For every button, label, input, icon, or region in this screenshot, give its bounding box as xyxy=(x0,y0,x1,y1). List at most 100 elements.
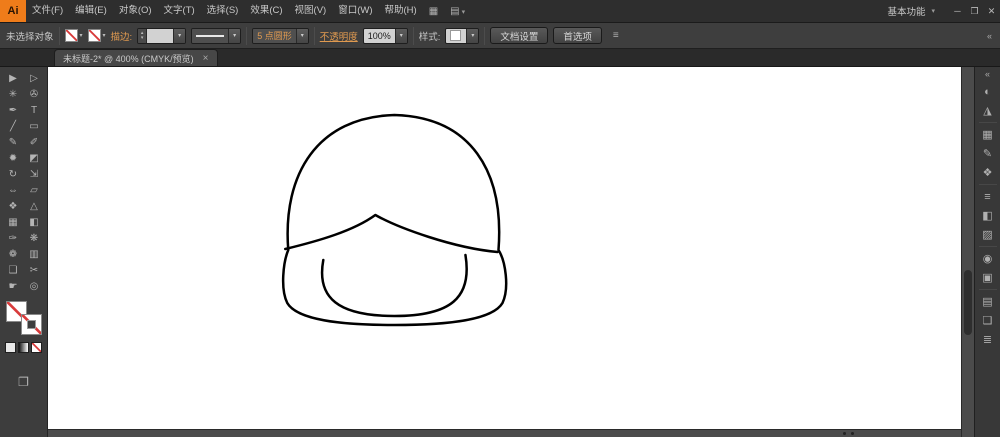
minimize-button[interactable]: ─ xyxy=(949,0,966,22)
rotate-tool[interactable]: ↻ xyxy=(3,166,24,182)
appearance-panel-icon[interactable]: ◉ xyxy=(975,249,1000,268)
transparency-panel-icon[interactable]: ▨ xyxy=(975,225,1000,244)
restore-button[interactable]: ❐ xyxy=(966,0,983,22)
brush-definition-combo[interactable]: 5 点圆形 ▾ xyxy=(252,28,309,44)
column-graph-tool[interactable]: ▥ xyxy=(24,246,45,262)
vertical-scrollbar[interactable] xyxy=(961,67,974,437)
chevron-down-icon[interactable]: ▾ xyxy=(228,29,240,43)
horizontal-scrollbar[interactable] xyxy=(48,429,961,437)
menu-window[interactable]: 窗口(W) xyxy=(332,0,378,22)
control-panel-menu-icon[interactable]: ≡ xyxy=(607,30,625,41)
chevron-down-icon[interactable]: ▾ xyxy=(173,29,185,43)
spinner-down-icon[interactable]: ▾ xyxy=(141,36,144,41)
stroke-weight-field[interactable] xyxy=(147,29,173,43)
menu-view[interactable]: 视图(V) xyxy=(289,0,333,22)
menu-object[interactable]: 对象(O) xyxy=(113,0,158,22)
magic-wand-tool[interactable]: ✳ xyxy=(3,86,24,102)
chevron-down-icon[interactable]: ▾ xyxy=(296,29,308,43)
document-tab[interactable]: 未标题-2* @ 400% (CMYK/预览) × xyxy=(54,49,218,66)
chevron-down-icon[interactable]: ▾ xyxy=(466,29,478,43)
collapse-control-bar-icon[interactable]: « xyxy=(987,31,994,41)
screen-mode-button[interactable]: ❐ xyxy=(18,375,29,389)
tab-close-icon[interactable]: × xyxy=(203,53,209,64)
width-profile-combo[interactable]: ▾ xyxy=(191,28,241,44)
color-guide-panel-icon[interactable]: ◮ xyxy=(975,101,1000,120)
artboard-canvas[interactable] xyxy=(48,67,961,429)
type-tool[interactable]: T xyxy=(24,102,45,118)
slice-tool[interactable]: ✂ xyxy=(24,262,45,278)
workspace-switcher[interactable]: 基本功能▾ xyxy=(887,4,935,18)
stroke-color-picker[interactable]: ▾ xyxy=(88,29,106,42)
artboards-panel-icon[interactable]: ❑ xyxy=(975,311,1000,330)
chevron-down-icon[interactable]: ▾ xyxy=(395,29,407,43)
hair-curve-path[interactable] xyxy=(285,215,497,252)
vertical-scrollbar-thumb[interactable] xyxy=(964,270,972,335)
direct-selection-tool[interactable]: ▷ xyxy=(24,70,45,86)
symbol-sprayer-tool[interactable]: ❁ xyxy=(3,246,24,262)
document-layout-icon[interactable]: ▤▾ xyxy=(444,6,471,17)
mesh-tool[interactable]: ▦ xyxy=(3,214,24,230)
scale-tool[interactable]: ⇲ xyxy=(24,166,45,182)
stroke-weight-label[interactable]: 描边: xyxy=(111,29,133,43)
menu-file[interactable]: 文件(F) xyxy=(26,0,69,22)
align-panel-icon[interactable]: ≣ xyxy=(975,330,1000,349)
menu-edit[interactable]: 编辑(E) xyxy=(69,0,113,22)
rectangle-tool[interactable]: ▭ xyxy=(24,118,45,134)
chevron-down-icon: ▾ xyxy=(103,32,106,39)
preferences-button[interactable]: 首选项 xyxy=(553,27,602,44)
stroke-color-swatch[interactable] xyxy=(21,314,42,335)
hand-tool[interactable]: ☛ xyxy=(3,278,24,294)
expand-panels-icon[interactable]: « xyxy=(985,69,990,82)
stroke-swatch[interactable] xyxy=(88,29,101,42)
opacity-value[interactable]: 100% xyxy=(364,29,395,43)
face-arc-path[interactable] xyxy=(322,255,467,316)
menu-help[interactable]: 帮助(H) xyxy=(379,0,423,22)
color-panel-icon[interactable]: ◐ xyxy=(975,82,1000,101)
symbols-panel-icon[interactable]: ❖ xyxy=(975,163,1000,182)
fill-stroke-indicator[interactable] xyxy=(6,301,42,335)
helmet-outline-path[interactable] xyxy=(283,115,506,325)
eyedropper-tool[interactable]: ✑ xyxy=(3,230,24,246)
free-transform-tool[interactable]: ▱ xyxy=(24,182,45,198)
none-button[interactable] xyxy=(31,342,42,353)
menu-effect[interactable]: 效果(C) xyxy=(244,0,288,22)
perspective-grid-tool[interactable]: △ xyxy=(24,198,45,214)
gradient-panel-icon[interactable]: ◧ xyxy=(975,206,1000,225)
eraser-tool[interactable]: ◩ xyxy=(24,150,45,166)
gradient-tool[interactable]: ◧ xyxy=(24,214,45,230)
menu-type[interactable]: 文字(T) xyxy=(158,0,201,22)
style-combo[interactable]: ▾ xyxy=(445,28,479,44)
document-setup-button[interactable]: 文档设置 xyxy=(490,27,548,44)
paintbrush-tool[interactable]: ✎ xyxy=(3,134,24,150)
fill-swatch[interactable] xyxy=(65,29,78,42)
graphic-styles-panel-icon[interactable]: ▣ xyxy=(975,268,1000,287)
spinner-icon[interactable]: ▴▾ xyxy=(138,29,147,43)
opacity-combo[interactable]: 100% ▾ xyxy=(363,28,408,44)
width-tool[interactable]: ⇔ xyxy=(3,182,24,198)
menu-select[interactable]: 选择(S) xyxy=(201,0,245,22)
close-button[interactable]: ✕ xyxy=(983,0,1000,22)
shape-builder-tool[interactable]: ❖ xyxy=(3,198,24,214)
layers-panel-icon[interactable]: ▤ xyxy=(975,292,1000,311)
pencil-tool[interactable]: ✐ xyxy=(24,134,45,150)
blend-tool[interactable]: ❋ xyxy=(24,230,45,246)
pen-tool[interactable]: ✒ xyxy=(3,102,24,118)
brushes-panel-icon[interactable]: ✎ xyxy=(975,144,1000,163)
gradient-button[interactable] xyxy=(18,342,29,353)
lasso-tool[interactable]: ✇ xyxy=(24,86,45,102)
stroke-panel-icon[interactable]: ≡ xyxy=(975,187,1000,206)
swatches-panel-icon[interactable]: ▦ xyxy=(975,125,1000,144)
style-swatch-field[interactable] xyxy=(446,29,466,43)
stroke-weight-combo[interactable]: ▴▾ ▾ xyxy=(137,28,186,44)
zoom-tool[interactable]: ◎ xyxy=(24,278,45,294)
artboard-tool[interactable]: ❑ xyxy=(3,262,24,278)
opacity-label[interactable]: 不透明度 xyxy=(320,29,358,43)
divider xyxy=(979,184,997,185)
color-button[interactable] xyxy=(5,342,16,353)
selection-tool[interactable]: ▶ xyxy=(3,70,24,86)
arrange-documents-icon[interactable]: ▦ xyxy=(423,6,444,17)
brush-definition-value[interactable]: 5 点圆形 xyxy=(253,29,296,43)
blob-brush-tool[interactable]: ✹ xyxy=(3,150,24,166)
line-segment-tool[interactable]: ╱ xyxy=(3,118,24,134)
fill-color-picker[interactable]: ▾ xyxy=(65,29,83,42)
